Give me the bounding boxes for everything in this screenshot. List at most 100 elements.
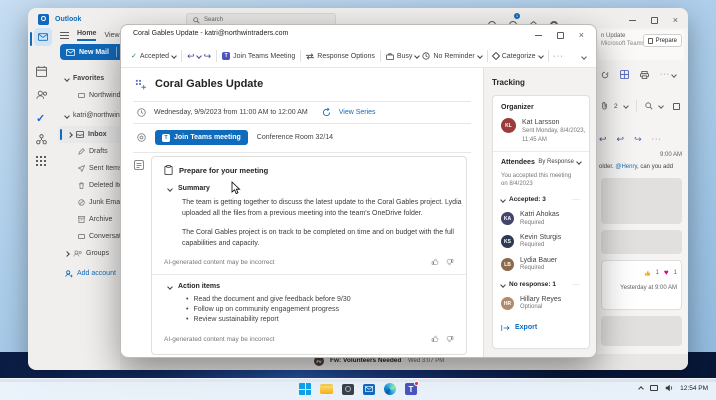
attachment-count[interactable]: 2 bbox=[614, 103, 618, 110]
photos-app-icon[interactable] bbox=[342, 384, 354, 395]
accepted-group-toggle[interactable]: Accepted: 3 bbox=[501, 196, 546, 203]
thumbs-up-icon[interactable] bbox=[431, 258, 439, 266]
window-minimize-icon[interactable] bbox=[629, 20, 636, 21]
start-button-icon[interactable] bbox=[299, 383, 311, 395]
attendee-row[interactable]: KS Kevin SturgisRequired bbox=[501, 233, 581, 250]
chevron-down-icon[interactable] bbox=[658, 103, 664, 109]
sync-icon[interactable] bbox=[601, 71, 609, 79]
rail-org-icon[interactable] bbox=[36, 134, 47, 145]
tab-home[interactable]: Home bbox=[77, 30, 96, 41]
chevron-down-icon[interactable] bbox=[623, 103, 629, 109]
accepted-button[interactable]: ✓Accepted bbox=[131, 52, 176, 60]
dialog-close-icon[interactable]: × bbox=[579, 32, 584, 39]
view-series-link[interactable]: View Series bbox=[339, 109, 376, 116]
window-close-icon[interactable]: × bbox=[673, 17, 678, 24]
hamburger-menu-icon[interactable] bbox=[60, 32, 69, 39]
sent-icon bbox=[78, 165, 85, 172]
attendee-name: Lydia Bauer bbox=[520, 256, 557, 265]
edge-browser-icon[interactable] bbox=[384, 383, 396, 395]
thumbs-up-icon[interactable] bbox=[431, 335, 439, 343]
folder-label: Inbox bbox=[88, 131, 107, 138]
collapsed-message[interactable] bbox=[601, 230, 682, 254]
thumbs-down-icon[interactable] bbox=[446, 258, 454, 266]
display-tray-icon[interactable] bbox=[650, 385, 658, 391]
grid-view-icon[interactable] bbox=[620, 70, 629, 79]
prepare-icon bbox=[648, 38, 653, 44]
print-icon[interactable] bbox=[640, 71, 649, 79]
clock-tray[interactable]: 12:54 PM bbox=[680, 385, 708, 392]
outlook-taskbar-icon[interactable] bbox=[363, 384, 375, 395]
toolbar-collapse-icon[interactable] bbox=[581, 54, 587, 60]
collapsed-message[interactable] bbox=[601, 178, 682, 224]
busy-status-button[interactable]: Busy bbox=[386, 53, 420, 60]
group-more-icon[interactable]: ··· bbox=[572, 197, 581, 203]
folder-icon bbox=[78, 93, 85, 98]
response-options-label: Response Options bbox=[317, 53, 375, 60]
action-items-toggle[interactable]: Action items bbox=[168, 283, 454, 290]
group-more-icon[interactable]: ··· bbox=[572, 282, 581, 288]
folder-label: Favorites bbox=[73, 75, 104, 82]
no-response-group-toggle[interactable]: No response: 1 bbox=[501, 281, 556, 288]
prepare-button[interactable]: Prepare bbox=[643, 34, 682, 47]
message-fragment: , can you add bbox=[637, 164, 673, 170]
tray-expand-icon[interactable] bbox=[638, 386, 644, 392]
prepare-clipboard-icon bbox=[164, 165, 173, 175]
forward-button[interactable]: ↪ bbox=[204, 51, 212, 62]
collapsed-message[interactable] bbox=[601, 316, 682, 346]
reply-all-icon[interactable]: ↩ bbox=[617, 134, 625, 145]
reply-icon[interactable]: ↩ bbox=[599, 134, 607, 145]
export-label: Export bbox=[515, 324, 537, 331]
by-response-dropdown[interactable]: By Response bbox=[538, 159, 581, 165]
categorize-tag-icon bbox=[491, 52, 499, 60]
rail-mail-icon[interactable] bbox=[34, 28, 52, 46]
notes-icon bbox=[134, 160, 144, 170]
dialog-minimize-icon[interactable] bbox=[535, 35, 542, 36]
tab-view[interactable]: View bbox=[104, 32, 119, 39]
categorize-button[interactable]: Categorize bbox=[493, 53, 543, 60]
response-options-button[interactable]: Response Options bbox=[306, 53, 375, 60]
junk-icon bbox=[78, 199, 85, 206]
rail-todo-icon[interactable]: ✓ bbox=[36, 112, 45, 125]
email-time: Wed 3:07 PM bbox=[408, 358, 444, 364]
list-item[interactable]: n Update Microsoft Teams M Prepare bbox=[599, 30, 684, 60]
more-icon[interactable]: ··· bbox=[652, 136, 662, 143]
join-teams-meeting-cta[interactable]: T Join Teams meeting bbox=[155, 130, 248, 145]
new-mail-label: New Mail bbox=[79, 49, 109, 56]
heart-reaction-icon[interactable]: ♥ bbox=[664, 269, 669, 277]
rail-apps-icon[interactable] bbox=[36, 156, 46, 166]
attendees-label: Attendees bbox=[501, 159, 535, 166]
organizer-name[interactable]: Kat Larsson bbox=[522, 118, 588, 127]
forward-icon[interactable]: ↪ bbox=[634, 134, 642, 145]
chevron-down-icon bbox=[576, 159, 582, 165]
message-fragment: older. bbox=[599, 164, 615, 170]
volume-tray-icon[interactable] bbox=[665, 384, 673, 392]
join-teams-meeting-button[interactable]: TJoin Teams Meeting bbox=[222, 52, 295, 60]
rail-people-icon[interactable] bbox=[36, 90, 48, 100]
action-item: •Follow up on community engagement progr… bbox=[186, 306, 454, 313]
appointment-icon bbox=[135, 79, 146, 90]
rail-calendar-icon[interactable] bbox=[36, 66, 47, 77]
toolbar-more-button[interactable]: ··· bbox=[554, 53, 564, 60]
attendee-row[interactable]: KA Katri AhokasRequired bbox=[501, 210, 581, 227]
categorize-label: Categorize bbox=[502, 53, 536, 60]
message-card[interactable]: 1 ♥ 1 Yesterday at 9:00 AM bbox=[601, 260, 682, 310]
open-in-window-icon[interactable] bbox=[673, 103, 680, 110]
export-link[interactable]: Export bbox=[501, 324, 581, 332]
attendee-row[interactable]: LB Lydia BauerRequired bbox=[501, 256, 581, 273]
file-explorer-icon[interactable] bbox=[320, 384, 333, 394]
mention-link[interactable]: @Henry bbox=[615, 164, 637, 170]
new-mail-envelope-icon bbox=[66, 49, 75, 56]
thumbs-down-icon[interactable] bbox=[446, 335, 454, 343]
more-options-icon[interactable]: ··· bbox=[660, 71, 670, 78]
attendee-row[interactable]: HR Hillary ReyesOptional bbox=[501, 295, 581, 312]
summary-section-toggle[interactable]: Summary bbox=[168, 185, 454, 192]
like-reaction-icon[interactable] bbox=[644, 270, 651, 277]
email-subject[interactable]: Fw: Volunteers Needed bbox=[330, 357, 401, 364]
reminder-button[interactable]: No Reminder bbox=[422, 52, 481, 60]
dialog-maximize-icon[interactable] bbox=[557, 32, 564, 39]
window-maximize-icon[interactable] bbox=[651, 17, 658, 24]
zoom-icon[interactable] bbox=[645, 102, 653, 110]
message-list-strip: n Update Microsoft Teams M Prepare ··· 2… bbox=[597, 26, 688, 356]
teams-taskbar-icon[interactable]: T bbox=[405, 383, 417, 395]
reply-button[interactable]: ↩ bbox=[187, 51, 201, 62]
